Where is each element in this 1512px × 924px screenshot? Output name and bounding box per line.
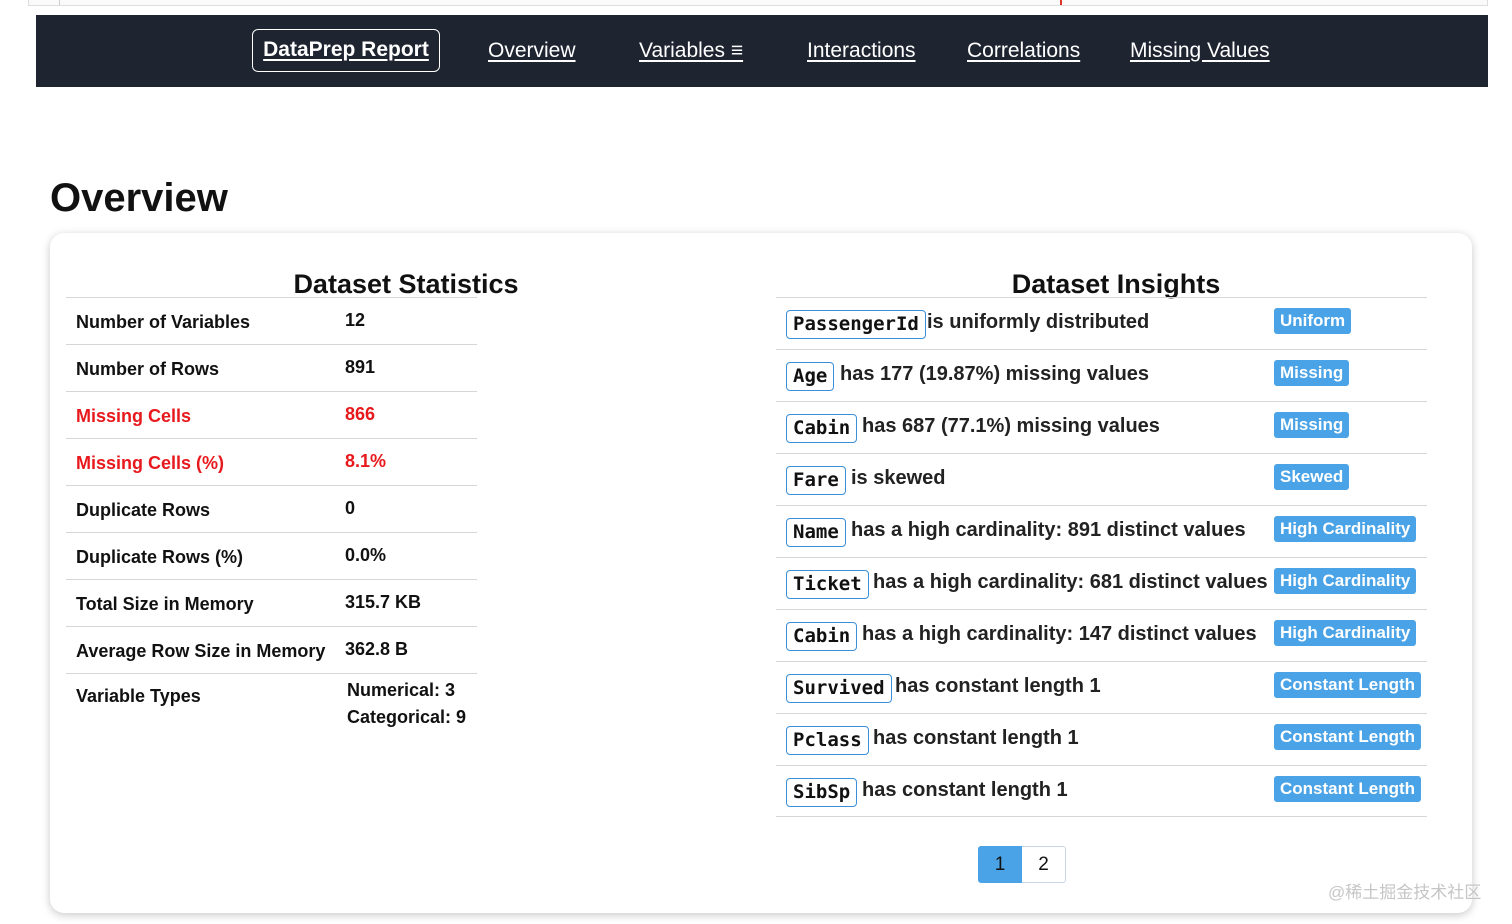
insight-text: has constant length 1 — [873, 727, 1079, 749]
insight-badge: High Cardinality — [1274, 620, 1417, 646]
stat-row: Total Size in Memory 315.7 KB — [66, 579, 477, 626]
insight-text: has constant length 1 — [862, 779, 1068, 801]
watermark: @稀土掘金技术社区 — [1328, 883, 1482, 902]
insights-pagination: 1 2 — [978, 846, 1066, 883]
insight-text: has a high cardinality: 147 distinct val… — [862, 623, 1257, 645]
overview-card: Dataset Statistics Number of Variables 1… — [50, 233, 1472, 913]
insight-badge: High Cardinality — [1274, 568, 1417, 594]
insight-badge: Skewed — [1274, 464, 1350, 490]
insight-badge: Uniform — [1274, 308, 1352, 334]
dataset-insights-table: PassengerId is uniformly distributed Uni… — [776, 297, 1427, 817]
column-name-code: PassengerId — [786, 310, 926, 339]
nav-link-correlations[interactable]: Correlations — [967, 15, 1080, 87]
stat-row-warning: Missing Cells 866 — [66, 391, 477, 438]
insight-badge: Constant Length — [1274, 776, 1422, 802]
insight-row: Pclass has constant length 1 Constant Le… — [776, 713, 1427, 765]
stat-label: Number of Variables — [76, 312, 251, 332]
top-navbar: DataPrep Report Overview Variables ≡ Int… — [36, 15, 1488, 87]
insight-row: Age has 177 (19.87%) missing values Miss… — [776, 349, 1427, 401]
stat-row: Average Row Size in Memory 362.8 B — [66, 626, 477, 673]
column-name-code: Survived — [786, 674, 892, 703]
insight-row: Cabin has 687 (77.1%) missing values Mis… — [776, 401, 1427, 453]
insight-text: is uniformly distributed — [927, 311, 1150, 333]
strip-red-marker — [1060, 0, 1062, 5]
insight-text: has 177 (19.87%) missing values — [840, 363, 1150, 385]
column-name-code: Pclass — [786, 726, 869, 755]
column-name-code: Ticket — [786, 570, 869, 599]
stat-label: Variable Types — [76, 686, 201, 706]
stat-label: Duplicate Rows (%) — [76, 547, 244, 567]
page-1-button[interactable]: 1 — [978, 846, 1022, 883]
column-name-code: Cabin — [786, 414, 858, 443]
stat-label: Total Size in Memory — [76, 594, 254, 614]
stat-value: 0 — [345, 498, 356, 518]
browser-top-strip — [28, 0, 1488, 6]
stat-value: 0.0% — [345, 545, 387, 565]
categorical-count: Categorical: 9 — [347, 707, 467, 727]
stat-label: Average Row Size in Memory — [76, 641, 326, 661]
insight-row: Survived has constant length 1 Constant … — [776, 661, 1427, 713]
insight-text: has 687 (77.1%) missing values — [862, 415, 1160, 437]
insight-badge: Missing — [1274, 412, 1350, 438]
stat-value: 866 — [345, 404, 376, 424]
stat-label: Missing Cells — [76, 406, 192, 426]
stat-value: 362.8 B — [345, 639, 409, 659]
nav-link-overview[interactable]: Overview — [488, 15, 576, 87]
insight-row: Fare is skewed Skewed — [776, 453, 1427, 505]
stat-row: Number of Rows 891 — [66, 344, 477, 391]
insight-row: Ticket has a high cardinality: 681 disti… — [776, 557, 1427, 609]
insight-badge: Missing — [1274, 360, 1350, 386]
insight-row: SibSp has constant length 1 Constant Len… — [776, 765, 1427, 817]
stat-row: Duplicate Rows (%) 0.0% — [66, 532, 477, 579]
page-title: Overview — [50, 176, 228, 220]
insight-row: PassengerId is uniformly distributed Uni… — [776, 297, 1427, 349]
insight-text: has a high cardinality: 891 distinct val… — [851, 519, 1246, 541]
insight-text: has constant length 1 — [895, 675, 1101, 697]
column-name-code: Cabin — [786, 622, 858, 651]
insight-row: Name has a high cardinality: 891 distinc… — [776, 505, 1427, 557]
insight-text: is skewed — [851, 467, 946, 489]
nav-link-missing-values[interactable]: Missing Values — [1130, 15, 1270, 87]
insight-text: has a high cardinality: 681 distinct val… — [873, 571, 1268, 593]
numerical-count: Numerical: 3 — [347, 680, 456, 700]
stat-label: Number of Rows — [76, 359, 220, 379]
dataset-statistics-title: Dataset Statistics — [293, 269, 519, 299]
column-name-code: Fare — [786, 466, 846, 495]
dataset-statistics-table: Number of Variables 12 Number of Rows 89… — [66, 297, 477, 733]
insight-badge: Constant Length — [1274, 672, 1422, 698]
stat-value: 12 — [345, 310, 366, 330]
stat-value: 315.7 KB — [345, 592, 422, 612]
column-name-code: Name — [786, 518, 846, 547]
stat-row: Number of Variables 12 — [66, 297, 477, 344]
nav-link-interactions[interactable]: Interactions — [807, 15, 916, 87]
dataset-insights-title: Dataset Insights — [1011, 269, 1221, 299]
insight-badge: Constant Length — [1274, 724, 1422, 750]
stat-row: Duplicate Rows 0 — [66, 485, 477, 532]
brand-link[interactable]: DataPrep Report — [252, 29, 440, 72]
stat-value: 8.1% — [345, 451, 387, 471]
stat-row-variable-types: Variable Types Numerical: 3 Categorical:… — [66, 673, 477, 733]
stat-label: Missing Cells (%) — [76, 453, 225, 473]
stat-value: 891 — [345, 357, 376, 377]
insight-row: Cabin has a high cardinality: 147 distin… — [776, 609, 1427, 661]
stat-label: Duplicate Rows — [76, 500, 211, 520]
nav-link-variables[interactable]: Variables ≡ — [639, 15, 743, 87]
strip-divider — [59, 0, 60, 5]
stat-row-warning: Missing Cells (%) 8.1% — [66, 438, 477, 485]
variable-types-value: Numerical: 3 Categorical: 9 — [347, 677, 466, 731]
column-name-code: Age — [786, 362, 835, 391]
page-2-button[interactable]: 2 — [1022, 846, 1066, 883]
insight-badge: High Cardinality — [1274, 516, 1417, 542]
column-name-code: SibSp — [786, 778, 858, 807]
